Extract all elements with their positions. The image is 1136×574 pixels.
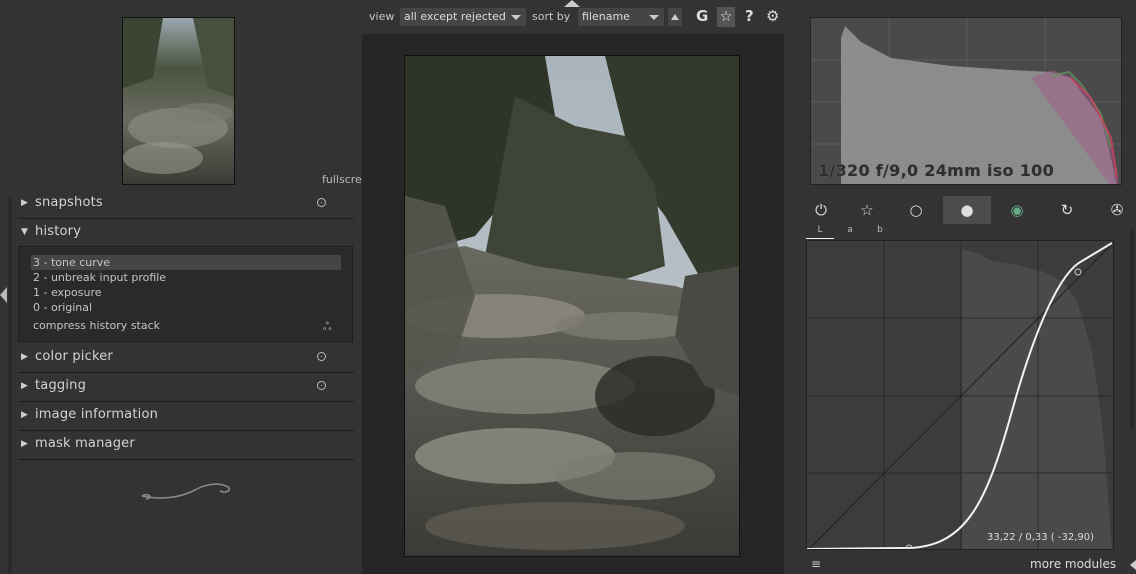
module-tagging[interactable]: ▶ tagging bbox=[18, 373, 354, 402]
star-overlay-icon[interactable]: ☆ bbox=[717, 7, 735, 27]
power-icon[interactable]: ⏻ bbox=[797, 196, 845, 224]
collapsed-arrow-icon: ▶ bbox=[21, 198, 28, 208]
histogram[interactable] bbox=[810, 17, 1122, 185]
create-style-icon[interactable]: ஃ bbox=[323, 320, 332, 335]
module-label: tagging bbox=[35, 378, 87, 393]
module-snapshots[interactable]: ▶ snapshots bbox=[18, 190, 354, 219]
basic-circle-icon[interactable]: ○ bbox=[892, 196, 940, 224]
ornament-flourish-icon bbox=[141, 483, 231, 500]
module-history[interactable]: ▼ history bbox=[18, 219, 354, 247]
collapsed-arrow-icon: ▶ bbox=[21, 352, 28, 362]
module-group-bar: ⏻ ☆ ○ ● ◉ ↻ ✇ bbox=[797, 196, 1136, 224]
gear-icon[interactable]: ⚙ bbox=[766, 7, 779, 25]
right-scrollbar[interactable] bbox=[1130, 230, 1134, 430]
module-label: image information bbox=[35, 407, 159, 422]
more-modules-button[interactable]: more modules bbox=[1030, 557, 1116, 571]
compress-history-button[interactable]: compress history stack bbox=[33, 319, 160, 332]
module-mask-manager[interactable]: ▶ mask manager bbox=[18, 431, 354, 460]
sort-by-value: filename bbox=[582, 10, 630, 23]
color-icon[interactable]: ◉ bbox=[993, 196, 1041, 224]
history-item[interactable]: 1 - exposure bbox=[31, 285, 341, 300]
navigation-thumbnail-image bbox=[123, 18, 234, 184]
histogram-graph bbox=[811, 18, 1121, 184]
top-panel-collapse-icon[interactable] bbox=[564, 0, 580, 7]
history-list: 3 - tone curve 2 - unbreak input profile… bbox=[18, 246, 353, 342]
module-presets-icon[interactable] bbox=[317, 381, 326, 390]
grouping-icon[interactable]: G bbox=[696, 7, 708, 25]
chevron-down-icon bbox=[511, 15, 521, 20]
main-image[interactable] bbox=[404, 55, 740, 557]
module-presets-icon[interactable] bbox=[317, 198, 326, 207]
module-label: history bbox=[35, 224, 82, 239]
tab-L[interactable]: L bbox=[806, 224, 834, 239]
presets-menu-icon[interactable]: ≡ bbox=[811, 557, 821, 571]
module-presets-icon[interactable] bbox=[317, 352, 326, 361]
right-panel-collapse-icon[interactable] bbox=[1130, 560, 1136, 570]
sort-by-select[interactable]: filename bbox=[578, 8, 664, 26]
help-icon[interactable]: ? bbox=[745, 7, 754, 25]
left-scrollbar[interactable] bbox=[8, 198, 12, 574]
curve-coordinate-readout: 33,22 / 0,33 ( -32,90) bbox=[987, 532, 1095, 543]
history-item[interactable]: 3 - tone curve bbox=[31, 255, 341, 270]
chevron-down-icon bbox=[649, 15, 659, 20]
history-item[interactable]: 2 - unbreak input profile bbox=[31, 270, 341, 285]
exif-info-overlay: 1/320 f/9,0 24mm iso 100 bbox=[818, 161, 1055, 180]
tab-b[interactable]: b bbox=[866, 224, 894, 238]
main-image-photo bbox=[405, 56, 739, 556]
effect-icon[interactable]: ✇ bbox=[1093, 196, 1136, 224]
tab-a[interactable]: a bbox=[836, 224, 864, 238]
tone-curve-graph bbox=[807, 241, 1113, 549]
module-label: mask manager bbox=[35, 436, 135, 451]
expanded-arrow-icon: ▼ bbox=[21, 227, 28, 237]
view-label: view bbox=[369, 10, 395, 23]
collapsed-arrow-icon: ▶ bbox=[21, 439, 28, 449]
collapsed-arrow-icon: ▶ bbox=[21, 410, 28, 420]
module-label: snapshots bbox=[35, 195, 103, 210]
module-color-picker[interactable]: ▶ color picker bbox=[18, 344, 354, 373]
module-image-information[interactable]: ▶ image information bbox=[18, 402, 354, 431]
correct-icon[interactable]: ↻ bbox=[1043, 196, 1091, 224]
favorite-icon[interactable]: ☆ bbox=[843, 196, 891, 224]
left-panel-collapse-icon[interactable] bbox=[0, 287, 7, 303]
tone-curve-editor[interactable] bbox=[806, 240, 1114, 550]
navigation-thumbnail[interactable] bbox=[122, 17, 235, 185]
sort-label: sort by bbox=[532, 10, 571, 23]
view-filter-select[interactable]: all except rejected bbox=[400, 8, 526, 26]
tone-icon[interactable]: ● bbox=[943, 196, 991, 224]
collapsed-arrow-icon: ▶ bbox=[21, 381, 28, 391]
sort-direction-button[interactable] bbox=[668, 8, 682, 26]
module-label: color picker bbox=[35, 349, 113, 364]
curve-channel-tabs: L a b bbox=[806, 224, 906, 240]
history-item[interactable]: 0 - original bbox=[31, 300, 341, 315]
view-filter-value: all except rejected bbox=[404, 10, 506, 23]
